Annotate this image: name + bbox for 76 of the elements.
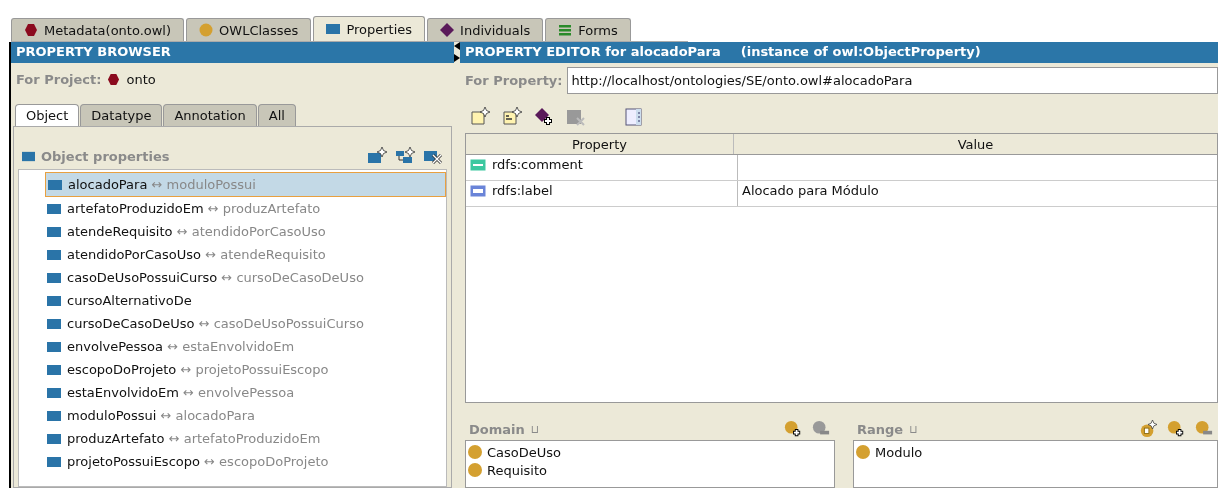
tab[interactable]: Forms	[545, 18, 631, 41]
panel-subtitle: (instance of owl:ObjectProperty)	[740, 44, 981, 61]
property-item[interactable]: moduloPossui ↔ alocadoPara	[45, 404, 446, 427]
add-property-icon[interactable]	[367, 147, 387, 165]
tab[interactable]: Object	[15, 104, 80, 126]
rectangle-icon	[47, 248, 61, 261]
lines-icon	[558, 23, 573, 37]
tab[interactable]: Datatype	[80, 104, 163, 126]
table-cell: rdfs:label	[492, 183, 553, 198]
section-title: Range	[857, 421, 904, 437]
hexagon-icon	[107, 73, 121, 86]
property-item[interactable]: escopoDoProjeto ↔ projetoPossuiEscopo	[45, 358, 446, 381]
add-value-icon[interactable]	[534, 107, 554, 127]
hexagon-icon	[24, 23, 38, 37]
rectangle-icon	[47, 363, 61, 376]
table-cell: rdfs:comment	[492, 157, 583, 172]
new-class-icon[interactable]	[1138, 420, 1158, 438]
union-symbol: ⊔	[530, 422, 540, 436]
property-item[interactable]: produzArtefato ↔ artefatoProduzidoEm	[45, 427, 446, 450]
rectangle-icon	[47, 271, 61, 284]
label-icon	[470, 184, 486, 197]
panel-title: PROPERTY EDITOR for alocadoPara	[465, 44, 721, 61]
property-item[interactable]: atendeRequisito ↔ atendidoPorCasoUso	[45, 220, 446, 243]
new-document-icon[interactable]	[502, 107, 522, 127]
new-note-icon[interactable]	[470, 107, 490, 127]
panel-title: PROPERTY BROWSER	[11, 42, 454, 63]
rectangle-icon	[47, 294, 61, 307]
rectangle-icon	[48, 178, 62, 191]
tab[interactable]: All	[257, 104, 296, 126]
rectangle-icon	[47, 455, 61, 468]
add-class-icon[interactable]	[783, 420, 803, 438]
property-item[interactable]: cursoDeCasoDeUso ↔ casoDeUsoPossuiCurso	[45, 312, 446, 335]
columns-icon[interactable]	[624, 107, 644, 127]
property-item[interactable]: cursoAlternativoDe	[45, 289, 446, 312]
rectangle-icon	[47, 202, 61, 215]
property-item[interactable]: estaEnvolvidoEm ↔ envolvePessoa	[45, 381, 446, 404]
circle-icon	[468, 463, 482, 477]
rectangle-icon	[47, 386, 61, 399]
rectangle-icon	[47, 317, 61, 330]
column-header[interactable]: Value	[734, 134, 1217, 154]
project-label: For Project:	[16, 72, 102, 87]
circle-icon	[856, 445, 870, 459]
property-label: For Property:	[465, 73, 563, 88]
tab[interactable]: Annotation	[163, 104, 257, 126]
property-item[interactable]: artefatoProduzidoEm ↔ produzArtefato	[45, 197, 446, 220]
property-item[interactable]: casoDeUsoPossuiCurso ↔ cursoDeCasoDeUso	[45, 266, 446, 289]
column-header[interactable]: Property	[466, 134, 734, 154]
property-item[interactable]: atendidoPorCasoUso ↔ atendeRequisito	[45, 243, 446, 266]
rectangle-icon	[326, 22, 341, 36]
tab[interactable]: Properties	[313, 16, 426, 41]
property-item[interactable]: alocadoPara ↔ moduloPossui	[45, 172, 446, 197]
class-item[interactable]: Requisito	[468, 461, 832, 479]
rectangle-icon	[22, 149, 35, 163]
list-title: Object properties	[41, 148, 170, 164]
rectangle-icon	[47, 340, 61, 353]
class-item[interactable]: CasoDeUso	[468, 443, 832, 461]
property-item[interactable]: envolvePessoa ↔ estaEnvolvidoEm	[45, 335, 446, 358]
diamond-icon	[440, 23, 455, 37]
rectangle-icon	[47, 225, 61, 238]
rectangle-icon	[47, 432, 61, 445]
project-name: onto	[126, 72, 156, 87]
add-class-icon[interactable]	[1166, 420, 1186, 438]
add-subproperty-icon[interactable]	[395, 147, 415, 165]
property-item[interactable]: projetoPossuiEscopo ↔ escopoDoProjeto	[45, 450, 446, 473]
collapse-arrows-icon[interactable]	[454, 42, 460, 62]
tab[interactable]: Individuals	[427, 18, 544, 41]
uri-field[interactable]: http://localhost/ontologies/SE/onto.owl#alocadoPara	[566, 67, 1218, 94]
comment-icon	[470, 158, 486, 171]
tab[interactable]: OWLClasses	[186, 18, 312, 41]
circle-icon	[468, 445, 482, 459]
table-cell: Alocado para Módulo	[742, 183, 879, 198]
section-title: Domain	[469, 421, 525, 437]
tab[interactable]: Metadata(onto.owl)	[11, 18, 185, 41]
rectangle-icon	[47, 409, 61, 422]
union-symbol: ⊔	[909, 422, 918, 436]
circle-icon	[199, 23, 214, 37]
